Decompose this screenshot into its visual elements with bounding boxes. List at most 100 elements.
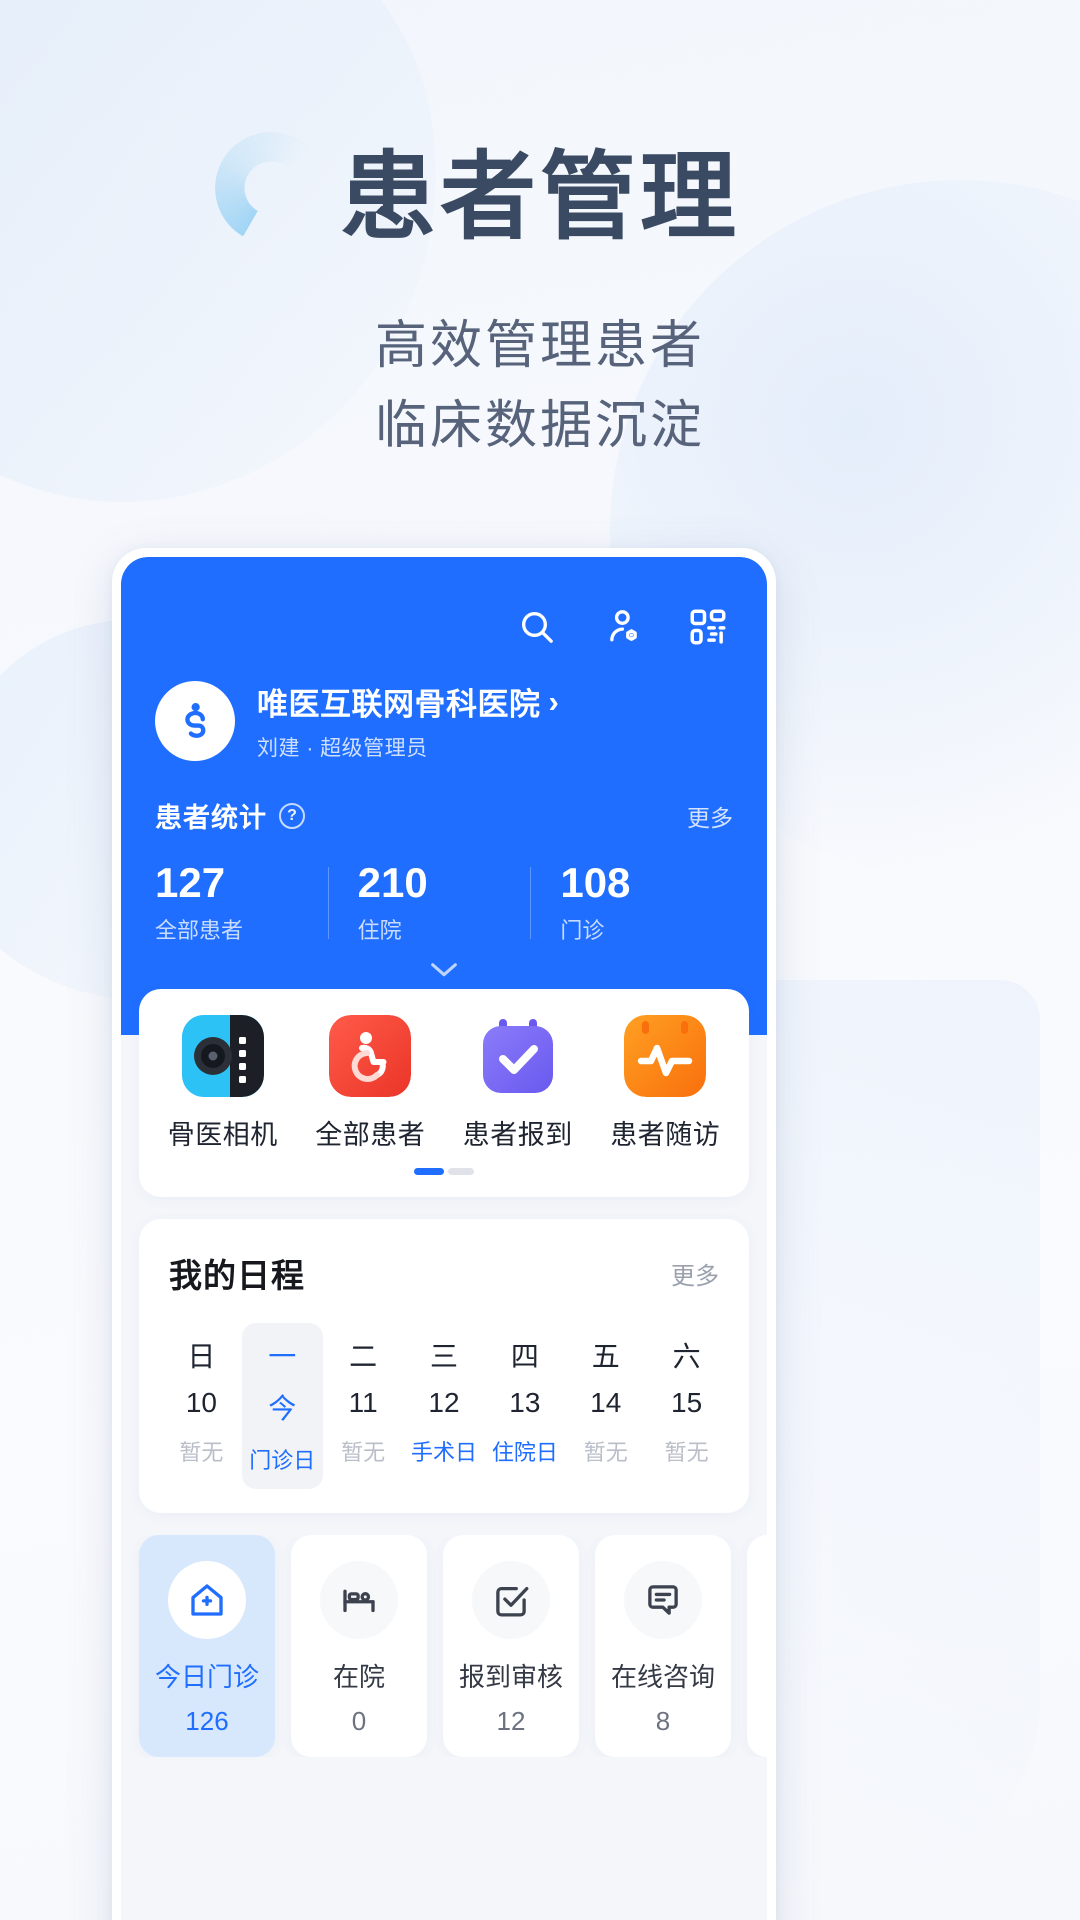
schedule-header: 我的日程 更多: [161, 1249, 727, 1297]
day-date: 15: [671, 1387, 703, 1419]
chevron-right-icon[interactable]: ›: [549, 684, 560, 720]
chat-bubble-icon: [624, 1561, 702, 1640]
day-status: 暂无: [341, 1440, 386, 1466]
day-status: 暂无: [583, 1440, 628, 1466]
avatar: [155, 680, 235, 761]
hospital-bed-icon: [320, 1561, 398, 1640]
schedule-card: 我的日程 更多 日 10 暂无 一 今 门诊日 二 11 暂无 三 12 手术日…: [139, 1219, 749, 1514]
tile-count: 12: [496, 1706, 526, 1737]
clinic-house-icon: [168, 1561, 246, 1640]
qr-scan-icon[interactable]: [687, 606, 729, 648]
schedule-day[interactable]: 五 14 暂无: [565, 1323, 646, 1489]
tile-checkin-review[interactable]: 报到审核 12: [443, 1535, 579, 1758]
day-date: 10: [185, 1387, 217, 1419]
schedule-day[interactable]: 四 13 住院日: [484, 1323, 565, 1489]
hero-subtitle: 高效管理患者 临床数据沉淀: [0, 306, 1080, 467]
organization-row[interactable]: 唯医互联网骨科医院 › 刘建 · 超级管理员: [155, 679, 733, 762]
patient-stats-title-wrap: 患者统计 ?: [155, 796, 305, 835]
tile-count: 8: [655, 1706, 671, 1737]
tile-count: 126: [185, 1706, 229, 1737]
day-weekday: 一: [268, 1341, 297, 1373]
followup-pulse-icon: [624, 1015, 707, 1098]
day-weekday: 五: [591, 1341, 620, 1373]
schedule-day-today[interactable]: 一 今 门诊日: [241, 1323, 323, 1490]
tile-inpatient[interactable]: 在院 0: [291, 1535, 427, 1758]
pager-dot-active[interactable]: [414, 1168, 444, 1176]
stat-label: 住院: [357, 918, 402, 944]
day-status: 暂无: [179, 1440, 224, 1466]
stat-label: 全部患者: [155, 918, 244, 944]
page-title: 患者管理: [340, 144, 740, 251]
day-status: 住院日: [491, 1440, 558, 1466]
help-icon[interactable]: ?: [279, 802, 305, 829]
patient-stats-more-link[interactable]: 更多: [687, 799, 733, 833]
shortcuts-pager[interactable]: [149, 1152, 739, 1185]
camera-icon: [181, 1015, 264, 1098]
user-settings-icon[interactable]: [601, 606, 643, 648]
stat-item[interactable]: 127 全部患者: [155, 859, 328, 945]
organization-subtitle: 刘建 · 超级管理员: [257, 737, 428, 760]
shortcuts-row: 骨医相机 全部患者 患者报到 患者随访: [149, 1015, 739, 1152]
day-weekday: 二: [349, 1341, 378, 1373]
phone-mockup: 唯医互联网骨科医院 › 刘建 · 超级管理员 患者统计 ? 更多 127 全部患…: [112, 548, 776, 1920]
schedule-day[interactable]: 三 12 手术日: [404, 1323, 485, 1489]
shortcuts-card: 骨医相机 全部患者 患者报到 患者随访: [139, 989, 749, 1198]
patient-stats-header: 患者统计 ? 更多: [155, 796, 733, 835]
stat-label: 门诊: [560, 918, 605, 944]
shortcut-label: 患者随访: [610, 1120, 721, 1151]
organization-name-row: 唯医互联网骨科医院 ›: [257, 679, 559, 724]
patient-stats-row: 127 全部患者 210 住院 108 门诊: [155, 859, 733, 945]
shortcut-camera[interactable]: 骨医相机: [149, 1015, 297, 1152]
tile-label: 今日门诊: [154, 1662, 259, 1693]
pager-dot[interactable]: [448, 1168, 474, 1176]
tile-label: 报到审核: [458, 1662, 563, 1693]
shortcut-followup[interactable]: 患者随访: [592, 1015, 740, 1152]
patient-wheelchair-icon: [329, 1015, 412, 1098]
tile-partial-next[interactable]: 诊: [747, 1535, 767, 1758]
schedule-day[interactable]: 六 15 暂无: [646, 1323, 727, 1489]
schedule-more-link[interactable]: 更多: [671, 1256, 719, 1291]
tile-label: 在院: [332, 1662, 385, 1693]
day-status: 手术日: [411, 1440, 478, 1466]
stat-value: 127: [155, 859, 226, 906]
shortcut-label: 全部患者: [315, 1120, 426, 1151]
day-weekday: 六: [672, 1341, 701, 1373]
day-date: 12: [428, 1387, 460, 1419]
day-date: 今: [268, 1393, 297, 1425]
expand-stats-button[interactable]: [155, 945, 733, 989]
day-weekday: 四: [510, 1341, 539, 1373]
day-weekday: 三: [430, 1341, 459, 1373]
schedule-day[interactable]: 日 10 暂无: [161, 1323, 242, 1489]
schedule-days-row: 日 10 暂无 一 今 门诊日 二 11 暂无 三 12 手术日 四 13 住院…: [161, 1323, 727, 1490]
day-date: 13: [509, 1387, 541, 1419]
stat-value: 210: [357, 859, 428, 906]
header-action-icons: [155, 601, 733, 653]
organization-text: 唯医互联网骨科医院 › 刘建 · 超级管理员: [257, 679, 559, 762]
stat-item[interactable]: 210 住院: [327, 859, 531, 945]
day-date: 11: [348, 1387, 378, 1419]
day-date: 14: [590, 1387, 622, 1419]
hero-section: 患者管理 高效管理患者 临床数据沉淀: [0, 0, 1080, 467]
shortcut-patient-checkin[interactable]: 患者报到: [444, 1015, 592, 1152]
tile-count: 0: [351, 1706, 367, 1737]
hero-subtitle-line-2: 临床数据沉淀: [374, 397, 705, 456]
schedule-day[interactable]: 二 11 暂无: [323, 1323, 404, 1489]
shortcut-label: 骨医相机: [167, 1120, 278, 1151]
tile-today-clinic[interactable]: 今日门诊 126: [139, 1535, 275, 1758]
tile-online-consult[interactable]: 在线咨询 8: [595, 1535, 731, 1758]
schedule-title: 我的日程: [169, 1257, 305, 1295]
checkbox-check-icon: [472, 1561, 550, 1640]
stat-value: 108: [560, 859, 631, 906]
quick-tiles-row: 今日门诊 126 在院 0 报到审核 12 在线咨询 8: [139, 1535, 767, 1758]
calendar-check-icon: [477, 1015, 559, 1097]
app-header: 唯医互联网骨科医院 › 刘建 · 超级管理员 患者统计 ? 更多 127 全部患…: [121, 557, 767, 990]
search-icon[interactable]: [517, 607, 557, 647]
day-status: 门诊日: [249, 1448, 316, 1474]
quick-tiles-scroller[interactable]: 今日门诊 126 在院 0 报到审核 12 在线咨询 8: [121, 1535, 767, 1758]
day-weekday: 日: [187, 1341, 216, 1373]
tile-label: 在线咨询: [610, 1662, 715, 1693]
shortcut-label: 患者报到: [462, 1120, 573, 1151]
shortcut-all-patients[interactable]: 全部患者: [297, 1015, 445, 1152]
app-screen: 唯医互联网骨科医院 › 刘建 · 超级管理员 患者统计 ? 更多 127 全部患…: [121, 557, 767, 1920]
stat-item[interactable]: 108 门诊: [530, 859, 733, 945]
